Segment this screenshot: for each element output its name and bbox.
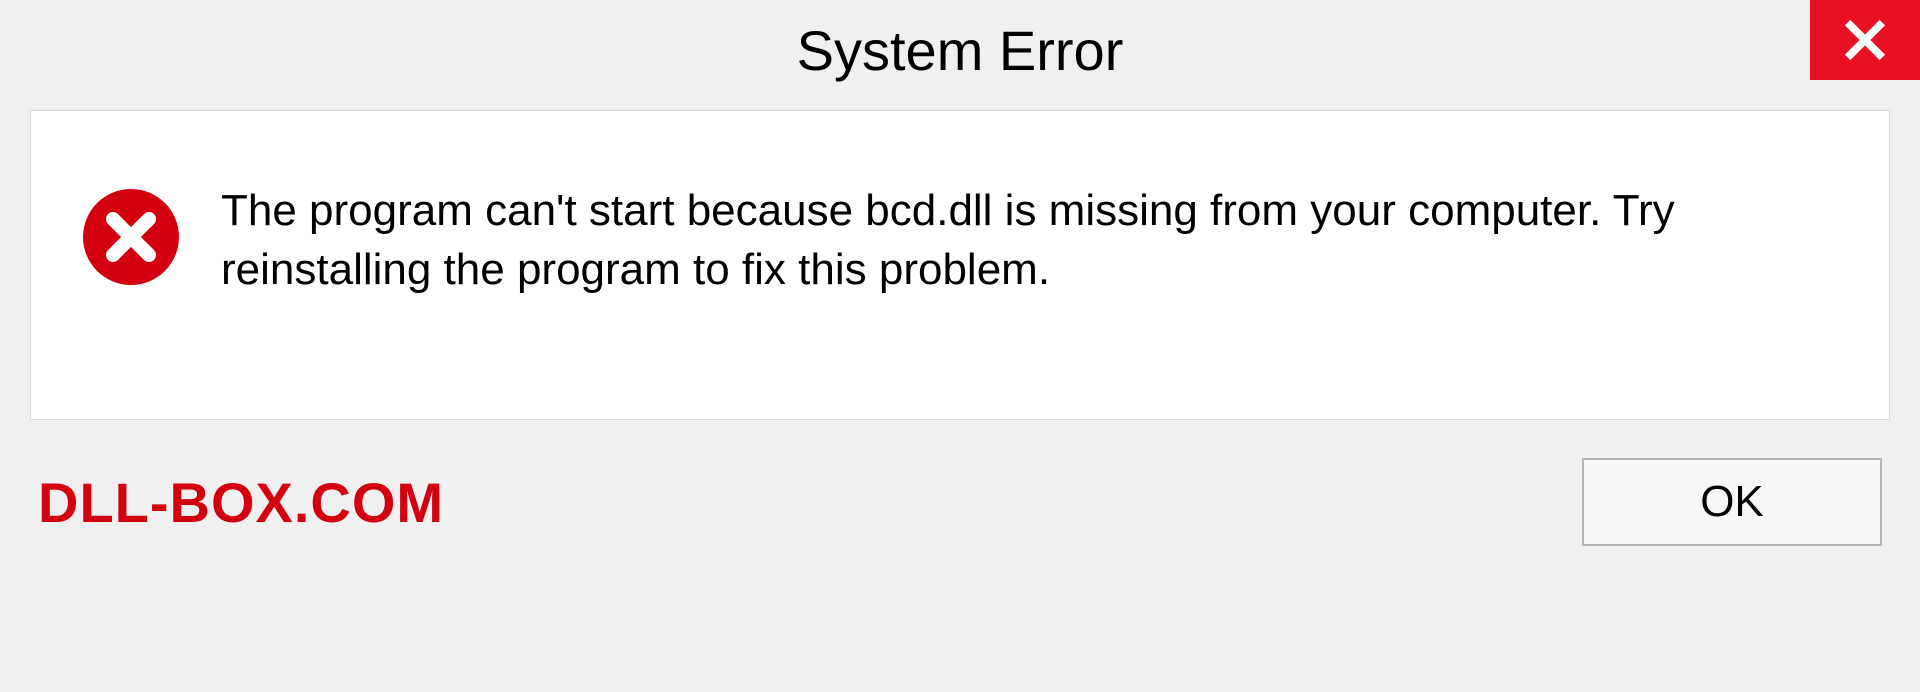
dialog-title: System Error — [797, 18, 1124, 83]
close-button[interactable] — [1810, 0, 1920, 80]
error-icon — [81, 187, 181, 287]
ok-button[interactable]: OK — [1582, 458, 1882, 546]
watermark-text: DLL-BOX.COM — [38, 470, 444, 535]
dialog-footer: DLL-BOX.COM OK — [30, 420, 1890, 546]
close-icon — [1843, 18, 1887, 62]
content-panel: The program can't start because bcd.dll … — [30, 110, 1890, 420]
titlebar: System Error — [0, 0, 1920, 100]
error-message: The program can't start because bcd.dll … — [221, 181, 1771, 300]
